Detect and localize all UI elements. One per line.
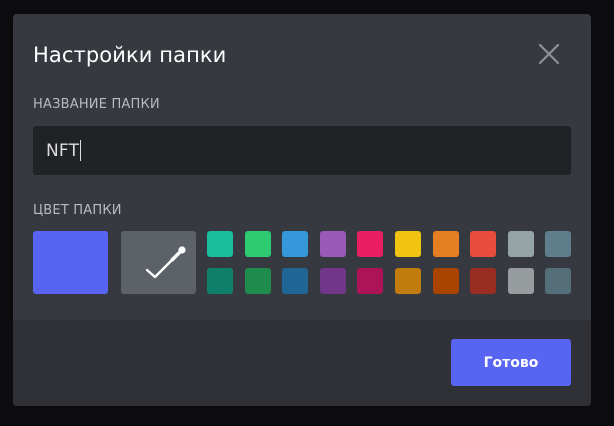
folder-name-input[interactable]: NFT xyxy=(33,126,571,175)
text-caret xyxy=(80,140,82,161)
color-swatch[interactable] xyxy=(207,268,233,294)
custom-color-button[interactable] xyxy=(121,231,196,294)
close-icon[interactable] xyxy=(535,40,563,68)
color-swatch[interactable] xyxy=(433,268,459,294)
color-swatch[interactable] xyxy=(245,231,271,257)
folder-color-label: ЦВЕТ ПАПКИ xyxy=(33,203,122,218)
color-swatch[interactable] xyxy=(357,231,383,257)
folder-name-value: NFT xyxy=(46,140,80,161)
color-swatch[interactable] xyxy=(470,231,496,257)
color-swatch[interactable] xyxy=(320,268,346,294)
color-swatch[interactable] xyxy=(508,268,534,294)
color-swatch[interactable] xyxy=(395,268,421,294)
color-swatch[interactable] xyxy=(207,231,233,257)
color-swatch[interactable] xyxy=(282,231,308,257)
color-swatch[interactable] xyxy=(245,268,271,294)
color-swatch-grid xyxy=(207,231,571,294)
folder-name-label: НАЗВАНИЕ ПАПКИ xyxy=(33,97,160,112)
color-swatch[interactable] xyxy=(545,268,571,294)
color-swatch[interactable] xyxy=(545,231,571,257)
modal-footer: Готово xyxy=(13,320,591,406)
color-swatch[interactable] xyxy=(282,268,308,294)
color-swatch[interactable] xyxy=(508,231,534,257)
modal-title: Настройки папки xyxy=(33,43,227,67)
selected-color-swatch[interactable] xyxy=(33,231,108,294)
done-button[interactable]: Готово xyxy=(451,339,571,386)
color-swatch[interactable] xyxy=(357,268,383,294)
color-swatch[interactable] xyxy=(395,231,421,257)
modal-body: Настройки папки НАЗВАНИЕ ПАПКИ NFT ЦВЕТ … xyxy=(13,14,591,320)
color-swatch[interactable] xyxy=(470,268,496,294)
color-swatch[interactable] xyxy=(433,231,459,257)
eyedropper-icon xyxy=(145,246,186,279)
color-swatch[interactable] xyxy=(320,231,346,257)
folder-settings-modal: Настройки папки НАЗВАНИЕ ПАПКИ NFT ЦВЕТ … xyxy=(13,14,591,406)
